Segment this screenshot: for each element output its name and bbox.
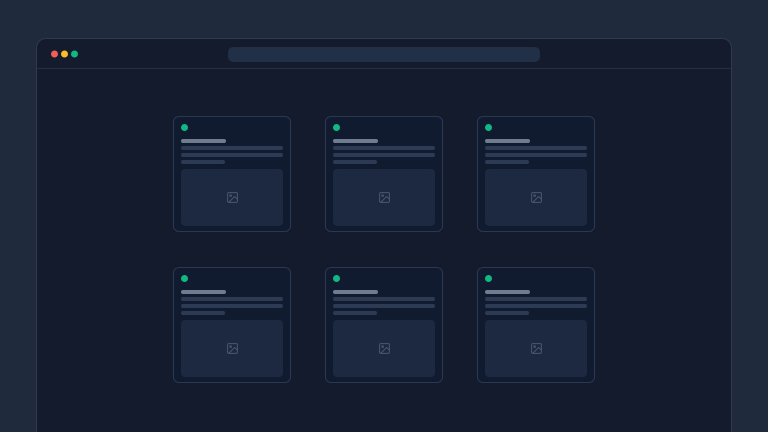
status-dot-icon [333,275,340,282]
skeleton-line [333,146,435,150]
zoom-button[interactable] [71,50,78,57]
status-dot-icon [485,124,492,131]
skeleton-line-short [181,311,225,315]
traffic-lights [51,50,78,57]
close-button[interactable] [51,50,58,57]
skeleton-line-short [485,160,529,164]
page-background [0,0,768,432]
skeleton-line [181,297,283,301]
image-placeholder-icon [378,191,391,204]
image-placeholder-icon [226,191,239,204]
image-placeholder [485,320,587,377]
skeleton-line-short [485,311,529,315]
status-dot-icon [485,275,492,282]
skeleton-title [181,290,226,294]
browser-window [36,38,732,432]
skeleton-line [181,146,283,150]
card[interactable] [477,267,595,383]
card[interactable] [173,116,291,232]
skeleton-line [485,297,587,301]
content-area [37,69,731,383]
status-dot-icon [181,275,188,282]
card[interactable] [325,267,443,383]
skeleton-title [485,290,530,294]
card-grid [173,116,595,383]
image-placeholder [333,169,435,226]
card[interactable] [477,116,595,232]
skeleton-line [333,297,435,301]
image-placeholder [181,320,283,377]
image-placeholder-icon [378,342,391,355]
minimize-button[interactable] [61,50,68,57]
skeleton-line-short [181,160,225,164]
address-bar[interactable] [228,47,540,62]
status-dot-icon [181,124,188,131]
window-titlebar [37,39,731,69]
skeleton-title [485,139,530,143]
skeleton-title [181,139,226,143]
skeleton-line [333,304,435,308]
skeleton-title [333,290,378,294]
skeleton-line [485,153,587,157]
skeleton-line [181,153,283,157]
image-placeholder [333,320,435,377]
skeleton-title [333,139,378,143]
status-dot-icon [333,124,340,131]
skeleton-line-short [333,160,377,164]
skeleton-line [181,304,283,308]
image-placeholder [485,169,587,226]
skeleton-line-short [333,311,377,315]
skeleton-line [333,153,435,157]
image-placeholder [181,169,283,226]
card[interactable] [173,267,291,383]
skeleton-line [485,304,587,308]
image-placeholder-icon [530,342,543,355]
skeleton-line [485,146,587,150]
card[interactable] [325,116,443,232]
image-placeholder-icon [530,191,543,204]
image-placeholder-icon [226,342,239,355]
